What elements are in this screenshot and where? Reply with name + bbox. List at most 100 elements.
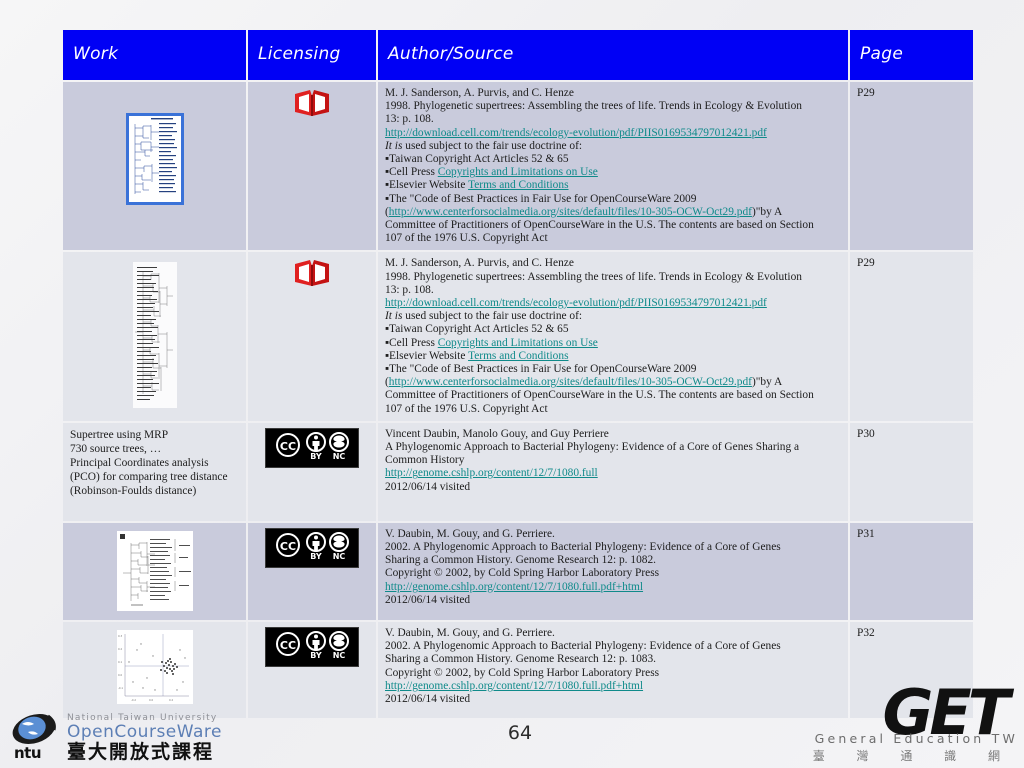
citation-line: It is used subject to the fair use doctr… xyxy=(385,310,841,323)
work-cell xyxy=(63,82,246,251)
citation-line: Copyright © 2002, by Cold Spring Harbor … xyxy=(385,567,660,580)
slide-footer: ntu National Taiwan University OpenCours… xyxy=(0,682,1024,768)
work-cell xyxy=(63,522,246,621)
citation-line: 107 of the 1976 U.S. Copyright Act xyxy=(385,402,548,415)
svg-text:CC: CC xyxy=(280,440,296,453)
column-header-author-source: Author/Source xyxy=(378,30,848,80)
citation-line: 2002. A Phylogenomic Approach to Bacteri… xyxy=(385,640,781,653)
cc-by-nc-badge: CC BY NC xyxy=(265,627,359,668)
citation-line: Common History xyxy=(385,454,465,467)
citation-line: M. J. Sanderson, A. Purvis, and C. Henze xyxy=(385,87,574,99)
source-link[interactable]: http://genome.cshlp.org/content/12/7/108… xyxy=(385,581,643,593)
citation-line: 2002. A Phylogenomic Approach to Bacteri… xyxy=(385,541,781,554)
citation-line: 2012/06/14 visited xyxy=(385,480,471,493)
red-open-book-icon xyxy=(292,257,332,293)
ntu-wordmark: ntu xyxy=(14,744,42,762)
svg-text:BY: BY xyxy=(310,552,322,561)
citation-line: 13: p. 108. xyxy=(385,113,434,126)
svg-text:CC: CC xyxy=(280,639,296,652)
fair-use-italic: It is xyxy=(385,139,403,152)
cc-by-nc-icon: CC BY NC xyxy=(269,630,355,661)
citation-line: It is used subject to the fair use doctr… xyxy=(385,140,841,153)
fair-use-italic: It is xyxy=(385,310,403,323)
citation-line: ▪The "Code of Best Practices in Fair Use… xyxy=(385,192,697,205)
cc-by-nc-icon: CC BY NC xyxy=(269,430,355,461)
work-description: Supertree using MRP 730 source trees, … … xyxy=(70,428,228,497)
svg-text:0.0: 0.0 xyxy=(118,673,122,677)
svg-text:BY: BY xyxy=(310,651,322,660)
citation-line: (http://www.centerforsocialmedia.org/sit… xyxy=(385,206,841,219)
ocw-code-link[interactable]: http://www.centerforsocialmedia.org/site… xyxy=(389,206,752,218)
citation-line: M. J. Sanderson, A. Purvis, and C. Henze xyxy=(385,257,574,270)
page-cell: P29 xyxy=(850,252,973,421)
citation-line: ▪Elsevier Website Terms and Conditions xyxy=(385,179,841,192)
phylogenetic-tree-thumbnail[interactable] xyxy=(125,113,184,205)
get-general-education-logo: GET General Education TW 臺 灣 通 識 網 xyxy=(813,682,1020,766)
ocw-line-chinese: 臺大開放式課程 xyxy=(67,741,215,763)
citation-line: Copyright © 2002, by Cold Spring Harbor … xyxy=(385,666,660,679)
citation-line: ▪Taiwan Copyright Act Articles 52 & 65 xyxy=(385,153,569,166)
svg-text:CC: CC xyxy=(280,540,296,553)
get-subtitle-zh: 臺 灣 通 識 網 xyxy=(812,749,1014,763)
licensing-cell: CC BY NC xyxy=(248,422,376,521)
source-link[interactable]: http://genome.cshlp.org/content/12/7/108… xyxy=(385,467,598,479)
author-source-cell: M. J. Sanderson, A. Purvis, and C. Henze… xyxy=(378,252,848,421)
licensing-cell xyxy=(248,252,376,421)
red-open-book-icon xyxy=(292,87,332,123)
column-header-work: Work xyxy=(63,30,246,80)
page-cell: P29 xyxy=(850,82,973,251)
citation-line: 2012/06/14 visited xyxy=(385,593,471,606)
citation-line: 1998. Phylogenetic supertrees: Assemblin… xyxy=(385,270,802,283)
citation-line: (http://www.centerforsocialmedia.org/sit… xyxy=(385,376,841,389)
svg-text:0.2: 0.2 xyxy=(118,647,122,651)
tree-figure-icon xyxy=(116,530,193,611)
table-row: M. J. Sanderson, A. Purvis, and C. Henze… xyxy=(63,252,973,421)
cladogram-thumbnail[interactable] xyxy=(132,262,177,409)
citation-line: V. Daubin, M. Gouy, and G. Perriere. xyxy=(385,527,555,540)
licensing-cell xyxy=(248,82,376,251)
citation-line: Committee of Practitioners of OpenCourse… xyxy=(385,219,814,232)
citation-line: ▪Elsevier Website Terms and Conditions xyxy=(385,350,841,363)
svg-text:NC: NC xyxy=(333,452,346,461)
cell-press-link[interactable]: Copyrights and Limitations on Use xyxy=(438,166,598,178)
paren-close: )"by A xyxy=(751,205,783,218)
citation-block: M. J. Sanderson, A. Purvis, and C. Henze… xyxy=(385,87,841,245)
table-body: M. J. Sanderson, A. Purvis, and C. Henze… xyxy=(63,82,973,719)
cell-press-link[interactable]: Copyrights and Limitations on Use xyxy=(438,337,598,349)
citation-line: Committee of Practitioners of OpenCourse… xyxy=(385,389,814,402)
work-cell: Supertree using MRP 730 source trees, … … xyxy=(63,422,246,521)
tree-figure-thumbnail[interactable] xyxy=(116,530,193,611)
table-row: M. J. Sanderson, A. Purvis, and C. Henze… xyxy=(63,82,973,251)
svg-text:NC: NC xyxy=(333,552,346,561)
ocw-code-link[interactable]: http://www.centerforsocialmedia.org/site… xyxy=(389,376,752,388)
source-link[interactable]: http://download.cell.com/trends/ecology-… xyxy=(385,297,767,309)
citation-line: ▪Cell Press Copyrights and Limitations o… xyxy=(385,166,841,179)
tree-diagram-icon xyxy=(128,116,181,202)
table-row: CC BY NC V. Daubin, M. Gouy, and G. Perr… xyxy=(63,522,973,621)
table-row: Supertree using MRP 730 source trees, … … xyxy=(63,422,973,521)
citation-block: M. J. Sanderson, A. Purvis, and C. Henze… xyxy=(385,257,841,415)
page-cell: P31 xyxy=(850,522,973,621)
citation-line: A Phylogenomic Approach to Bacterial Phy… xyxy=(385,441,800,454)
author-source-cell: V. Daubin, M. Gouy, and G. Perriere. 200… xyxy=(378,522,848,621)
citation-line: 1998. Phylogenetic supertrees: Assemblin… xyxy=(385,100,802,113)
references-table: Work Licensing Author/Source Page M. J. … xyxy=(61,28,975,720)
source-link[interactable]: http://download.cell.com/trends/ecology-… xyxy=(385,127,767,139)
slide-background: Work Licensing Author/Source Page M. J. … xyxy=(0,0,1024,768)
table-header-row: Work Licensing Author/Source Page xyxy=(63,30,973,80)
references-table-container: Work Licensing Author/Source Page M. J. … xyxy=(61,28,973,720)
svg-text:NC: NC xyxy=(333,651,346,660)
elsevier-link[interactable]: Terms and Conditions xyxy=(468,350,568,362)
elsevier-link[interactable]: Terms and Conditions xyxy=(468,179,568,191)
page-cell: P30 xyxy=(850,422,973,521)
cc-by-nc-badge: CC BY NC xyxy=(265,427,359,469)
work-cell xyxy=(63,252,246,421)
bullet-prefix: ▪Elsevier Website xyxy=(385,349,469,362)
citation-block: V. Daubin, M. Gouy, and G. Perriere. 200… xyxy=(385,528,841,607)
citation-line: Sharing a Common History. Genome Researc… xyxy=(385,653,657,666)
fair-use-text: used subject to the fair use doctrine of… xyxy=(402,139,583,152)
svg-text:0.1: 0.1 xyxy=(118,660,122,664)
bullet-prefix: ▪Cell Press xyxy=(385,336,438,349)
citation-line: 107 of the 1976 U.S. Copyright Act xyxy=(385,232,548,245)
citation-line: V. Daubin, M. Gouy, and G. Perriere. xyxy=(385,627,555,640)
